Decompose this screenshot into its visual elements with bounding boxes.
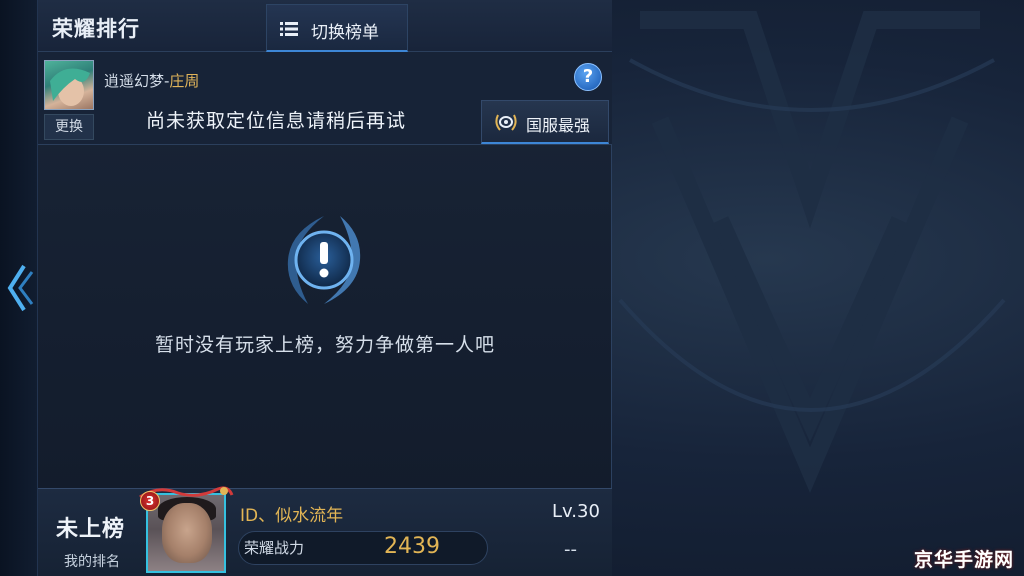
location-message: 尚未获取定位信息请稍后再试 — [146, 110, 407, 132]
watermark: 京华手游网 — [914, 549, 1015, 571]
switch-leaderboard-label: 切换榜单 — [311, 23, 379, 43]
my-rank-bar: 未上榜 我的排名 3 ID、似水流年 Lv.30 荣耀战力 2439 -- — [38, 486, 612, 576]
server-strongest-button[interactable]: 国服最强 — [481, 100, 609, 144]
hero-avatar[interactable] — [44, 60, 94, 110]
player-name: ID、似水流年 — [240, 506, 344, 526]
my-rank-label: 我的排名 — [64, 554, 120, 570]
hero-name-highlight: 庄周 — [169, 72, 200, 90]
avatar-level-badge: 3 — [140, 491, 160, 511]
help-button[interactable]: ? — [574, 63, 602, 91]
power-value: 2439 — [384, 534, 440, 559]
power-extra: -- — [564, 539, 577, 560]
panel-header: 荣耀排行 切换榜单 — [38, 0, 612, 52]
empty-state-message: 暂时没有玩家上榜，努力争做第一人吧 — [154, 334, 495, 356]
hero-info-row: 更换 逍遥幻梦-庄周 ? 尚未获取定位信息请稍后再试 国服最强 — [38, 52, 612, 145]
left-edge-strip — [0, 0, 38, 576]
switch-leaderboard-button[interactable]: 切换榜单 — [266, 4, 408, 52]
warning-icon — [287, 216, 361, 304]
hero-portrait-icon — [50, 68, 90, 106]
hero-name: 逍遥幻梦-庄周 — [104, 70, 199, 91]
background-emblem — [618, 11, 1006, 493]
list-icon — [280, 22, 298, 36]
my-rank-status: 未上榜 — [56, 517, 126, 542]
power-label: 荣耀战力 — [244, 539, 305, 557]
page-title: 荣耀排行 — [52, 17, 140, 41]
ranking-panel: 荣耀排行 切换榜单 更换 逍遥幻梦-庄周 ? 尚未获取定位信息请稍后再试 国服最… — [38, 0, 612, 576]
avatar-face — [162, 503, 212, 563]
back-arrow-icon[interactable] — [4, 262, 34, 314]
server-strongest-label: 国服最强 — [526, 116, 591, 135]
change-hero-button[interactable]: 更换 — [44, 114, 94, 140]
laurel-emblem-icon — [495, 114, 517, 131]
player-level: Lv.30 — [552, 501, 600, 522]
hero-name-prefix: 逍遥幻梦- — [104, 72, 170, 90]
